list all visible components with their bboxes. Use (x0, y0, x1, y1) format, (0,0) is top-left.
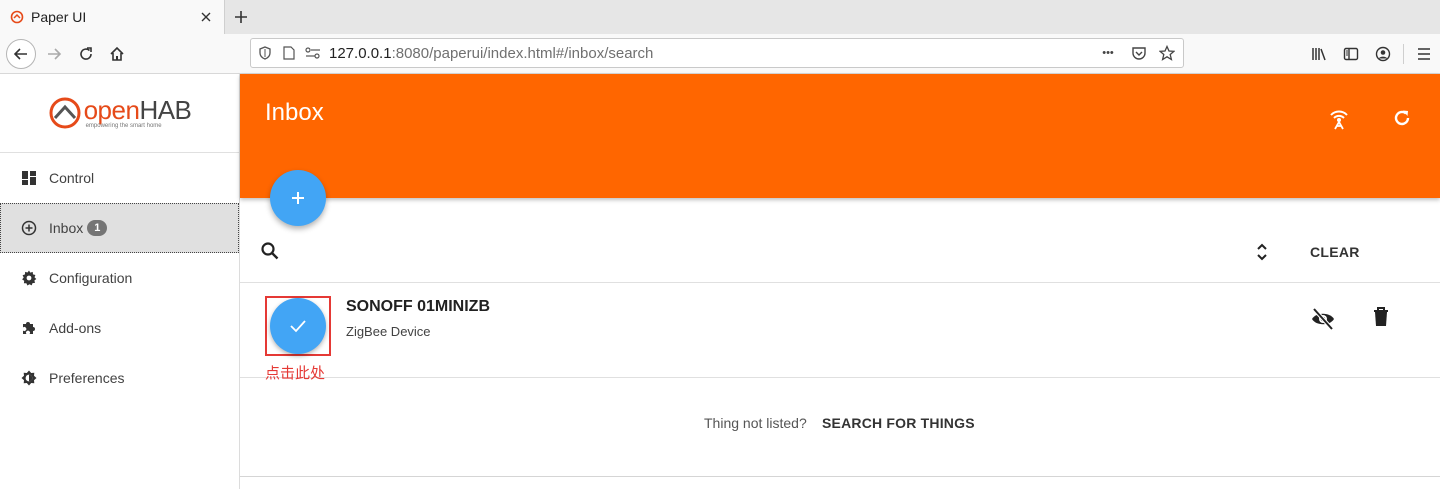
puzzle-icon (20, 319, 38, 337)
add-circle-icon (20, 219, 38, 237)
tab-title: Paper UI (31, 9, 87, 25)
refresh-icon[interactable] (1388, 104, 1416, 132)
sidebar-item-addons[interactable]: Add-ons (0, 303, 239, 353)
new-tab-icon[interactable] (230, 6, 252, 28)
add-thing-fab[interactable] (270, 170, 326, 226)
plus-icon (292, 192, 304, 204)
not-listed-text: Thing not listed? (704, 415, 807, 431)
sidebar-item-configuration[interactable]: Configuration (0, 253, 239, 303)
logo-word-hab: HAB (139, 95, 192, 125)
ignore-eye-off-icon[interactable] (1310, 306, 1336, 332)
inbox-footer: Thing not listed? SEARCH FOR THINGS (240, 379, 1440, 477)
approve-button[interactable] (270, 298, 326, 354)
sidebar-item-inbox[interactable]: Inbox 1 (0, 203, 239, 253)
page-header: Inbox (240, 74, 1440, 198)
logo-word-open: open (83, 95, 140, 125)
sidebar-item-label: Add-ons (49, 320, 102, 336)
sidebar-item-label: Configuration (49, 270, 133, 286)
openhab-logo[interactable]: openHAB empowering the smart home (0, 74, 239, 153)
page-title: Inbox (265, 99, 324, 126)
search-for-things-button[interactable]: SEARCH FOR THINGS (822, 415, 975, 431)
browser-nav-bar: 127.0.0.1:8080/paperui/index.html#/inbox… (0, 34, 1440, 74)
page-icon (279, 43, 299, 63)
search-icon[interactable] (260, 241, 282, 263)
inbox-content: CLEAR 点击此处 SONOFF 01MINIZB ZigBee Device… (240, 198, 1440, 489)
url-path: :8080/paperui/index.html#/inbox/search (391, 44, 654, 62)
thing-type: ZigBee Device (346, 324, 431, 339)
sidebar-item-preferences[interactable]: Preferences (0, 353, 239, 403)
logo-tagline: empowering the smart home (85, 123, 162, 129)
checkmark-icon (290, 320, 306, 333)
gear-icon (20, 269, 38, 287)
sidebar-item-label: Control (49, 170, 95, 186)
openhab-logo-icon (49, 97, 81, 129)
sort-icon[interactable] (1252, 241, 1274, 263)
shield-icon[interactable] (255, 43, 275, 63)
sidebar-item-control[interactable]: Control (0, 153, 239, 203)
library-icon[interactable] (1303, 38, 1335, 70)
url-text[interactable]: 127.0.0.1:8080/paperui/index.html#/inbox… (329, 45, 653, 62)
url-host: 127.0.0.1 (329, 44, 392, 62)
close-tab-icon[interactable] (196, 12, 216, 22)
discovery-wifi-icon[interactable] (1325, 104, 1353, 132)
thing-name: SONOFF 01MINIZB (346, 298, 491, 315)
brightness-icon (20, 369, 38, 387)
inbox-toolbar: CLEAR (240, 198, 1440, 283)
address-bar[interactable]: 127.0.0.1:8080/paperui/index.html#/inbox… (250, 38, 1184, 68)
reload-icon[interactable] (70, 38, 102, 70)
pocket-icon[interactable] (1129, 43, 1149, 63)
toolbar-divider (1403, 44, 1404, 64)
bookmark-star-icon[interactable] (1157, 43, 1177, 63)
forward-arrow-icon[interactable] (38, 38, 70, 70)
favicon-icon (9, 9, 25, 25)
sidebar-toggle-icon[interactable] (1335, 38, 1367, 70)
browser-tab-bar: Paper UI (0, 0, 1440, 34)
back-arrow-icon[interactable] (6, 39, 36, 69)
sidebar-item-label: Preferences (49, 370, 125, 386)
list-item: 点击此处 SONOFF 01MINIZB ZigBee Device (240, 284, 1440, 382)
dashboard-icon (20, 169, 38, 187)
account-icon[interactable] (1367, 38, 1399, 70)
home-icon[interactable] (101, 38, 133, 70)
delete-trash-icon[interactable] (1370, 306, 1394, 330)
sidebar: openHAB empowering the smart home Contro… (0, 74, 240, 489)
sidebar-item-label: Inbox (49, 220, 84, 236)
hamburger-menu-icon[interactable] (1408, 38, 1440, 70)
clear-button[interactable]: CLEAR (1310, 244, 1360, 260)
inbox-count-badge: 1 (87, 220, 108, 236)
permissions-icon[interactable] (303, 43, 323, 63)
browser-tab[interactable]: Paper UI (0, 0, 225, 34)
page-actions-icon[interactable]: ••• (1095, 43, 1121, 63)
